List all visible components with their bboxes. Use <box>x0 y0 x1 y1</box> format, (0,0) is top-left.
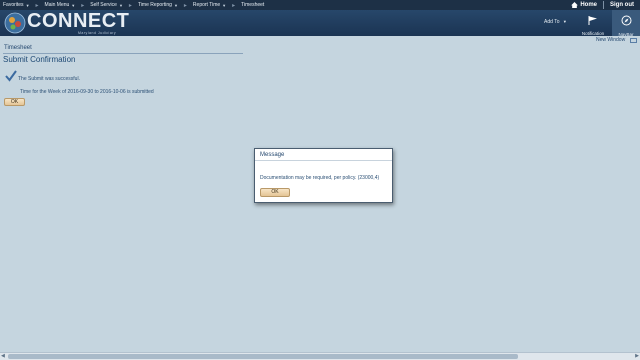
scroll-right-icon[interactable]: ▶ <box>635 353 639 360</box>
menu-item[interactable]: Time Reporting ▼ <box>135 0 181 10</box>
compass-icon <box>621 15 631 26</box>
home-label: Home <box>580 2 597 8</box>
new-window-link[interactable]: New Window <box>596 37 625 43</box>
sign-out-label: Sign out <box>610 2 634 8</box>
menu-separator-icon: ▸ <box>183 2 187 9</box>
menu-item-label: Timesheet <box>241 2 265 8</box>
chevron-down-icon: ▼ <box>173 2 178 8</box>
top-menu-bar: Favorites ▼ ▸ Main Menu ▼ ▸ Self Service ▼ ▸ Time… <box>0 0 640 10</box>
menu-item[interactable]: Timesheet <box>238 0 267 10</box>
horizontal-scrollbar[interactable]: ◀ ▶ <box>0 352 640 360</box>
logo-subtitle: Maryland Judiciary <box>78 31 117 35</box>
submission-detail: Time for the Week of 2016-09-30 to 2016-… <box>20 89 154 95</box>
menu-item-label: Favorites <box>3 2 24 8</box>
home-icon <box>571 2 579 8</box>
flag-icon <box>588 16 597 25</box>
menu-item[interactable]: Main Menu ▼ <box>42 0 79 10</box>
chevron-down-icon: ▼ <box>25 2 30 8</box>
menu-item-label: Main Menu <box>44 2 70 8</box>
scroll-left-icon[interactable]: ◀ <box>1 353 5 360</box>
notification-button[interactable]: Notification <box>578 12 608 36</box>
menu-item[interactable]: Favorites ▼ <box>0 0 33 10</box>
scrollbar-thumb[interactable] <box>8 354 518 359</box>
menu-item-label: Report Time <box>192 2 221 8</box>
menu-separator-icon: ▸ <box>128 2 132 9</box>
new-window-icon[interactable] <box>630 38 637 43</box>
menu-separator-icon: ▸ <box>81 2 85 9</box>
menu-item-label: Self Service <box>90 2 117 8</box>
menu-item-label: Time Reporting <box>137 2 172 8</box>
page-title: Submit Confirmation <box>3 53 243 64</box>
notification-label: Notification <box>581 31 605 36</box>
sign-out-link[interactable]: Sign out <box>604 2 640 8</box>
add-to-menu[interactable]: Add To ▼ <box>544 19 567 25</box>
navbar-button[interactable]: NavBar <box>612 10 640 37</box>
chevron-down-icon: ▼ <box>118 2 123 8</box>
logo-text: CONNECT <box>27 10 130 32</box>
chevron-down-icon: ▼ <box>562 19 567 24</box>
success-message: The Submit was successful. <box>18 76 80 82</box>
checkmark-icon <box>5 70 17 82</box>
menu-item[interactable]: Self Service ▼ <box>87 0 126 10</box>
menu-separator-icon: ▸ <box>232 2 236 9</box>
dialog-ok-button[interactable]: OK <box>260 188 290 197</box>
add-to-label: Add To <box>544 19 560 25</box>
chevron-down-icon: ▼ <box>71 2 76 8</box>
dialog-title: Message <box>255 149 392 161</box>
breadcrumb: Timesheet <box>4 45 32 51</box>
home-link[interactable]: Home <box>565 2 603 8</box>
chevron-down-icon: ▼ <box>222 2 227 8</box>
connect-logo[interactable]: CONNECT Maryland Judiciary <box>4 10 129 35</box>
ok-button[interactable]: OK <box>4 98 25 106</box>
menu-separator-icon: ▸ <box>35 2 39 9</box>
dialog-message: Documentation may be required, per polic… <box>260 175 380 181</box>
logo-mark-icon <box>4 12 26 34</box>
message-dialog: Message Documentation may be required, p… <box>254 148 393 203</box>
menu-item[interactable]: Report Time ▼ <box>190 0 229 10</box>
